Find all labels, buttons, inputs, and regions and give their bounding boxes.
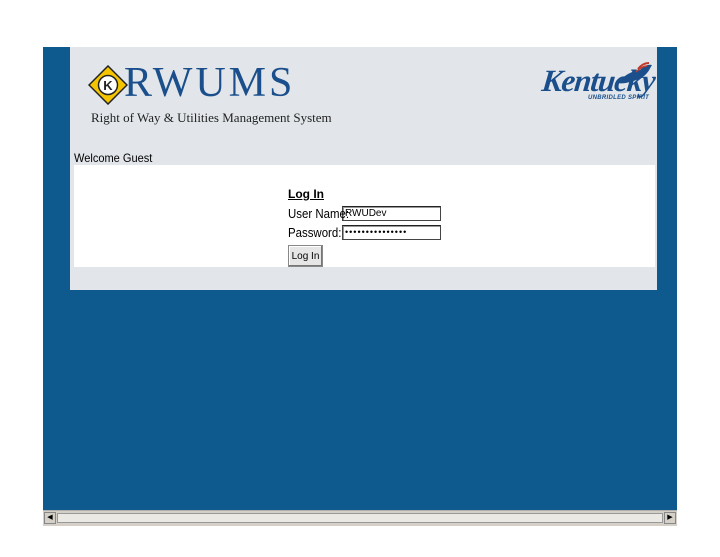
- password-row: Password: •••••••••••••••: [288, 223, 441, 242]
- login-button[interactable]: Log In: [288, 245, 323, 267]
- scrollbar-thumb[interactable]: [57, 513, 663, 523]
- kentucky-logo: Kentucky UNBRIDLED SPIRIT: [540, 61, 656, 105]
- kentucky-logo-tagline: UNBRIDLED SPIRIT: [588, 95, 650, 101]
- horizontal-scrollbar[interactable]: ◀ ▶: [43, 510, 677, 526]
- welcome-text: Welcome Guest: [74, 151, 153, 165]
- app-subtitle: Right of Way & Utilities Management Syst…: [91, 110, 332, 125]
- username-row: User Name: RWUDev: [288, 204, 441, 223]
- app-logo-text: RWUMS: [124, 60, 296, 106]
- username-label: User Name:: [288, 206, 350, 221]
- logo-badge-letter: K: [103, 78, 113, 93]
- password-label: Password:: [288, 225, 342, 240]
- scroll-right-arrow-icon[interactable]: ▶: [664, 512, 676, 524]
- login-form: Log In User Name: RWUDev Password: •••••…: [288, 187, 441, 267]
- username-input[interactable]: RWUDev: [342, 206, 441, 221]
- main-panel: K RWUMS Right of Way & Utilities Managem…: [70, 47, 657, 290]
- rwums-diamond-logo-icon: K: [88, 65, 128, 105]
- horse-icon: [618, 62, 652, 84]
- login-title: Log In: [288, 187, 324, 201]
- login-content-area: Log In User Name: RWUDev Password: •••••…: [74, 165, 655, 267]
- password-input[interactable]: •••••••••••••••: [342, 225, 441, 240]
- app-window: K RWUMS Right of Way & Utilities Managem…: [43, 47, 677, 510]
- scroll-left-arrow-icon[interactable]: ◀: [44, 512, 56, 524]
